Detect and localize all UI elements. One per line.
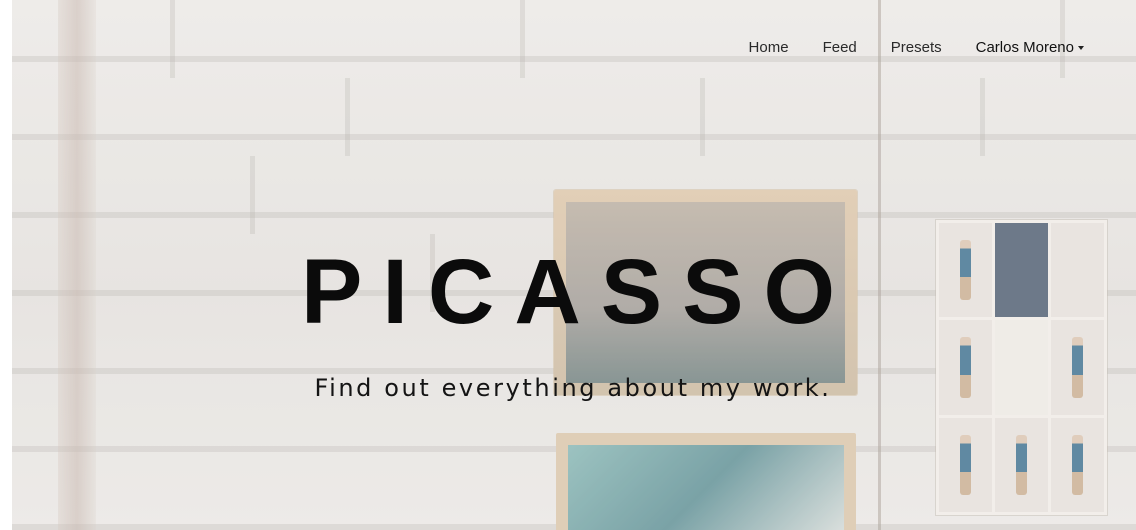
user-name: Carlos Moreno — [975, 39, 1074, 56]
hero-section: Home Feed Presets Carlos Moreno PICASSO … — [0, 0, 1136, 530]
caret-down-icon — [1078, 46, 1084, 51]
user-menu-dropdown[interactable]: Carlos Moreno — [976, 39, 1084, 56]
nav-presets[interactable]: Presets — [891, 39, 942, 56]
nav-feed[interactable]: Feed — [823, 39, 857, 56]
top-nav: Home Feed Presets Carlos Moreno — [749, 39, 1084, 56]
hero-tagline: Find out everything about my work. — [314, 374, 832, 402]
nav-home[interactable]: Home — [749, 39, 789, 56]
brand-title: PICASSO — [300, 241, 856, 343]
